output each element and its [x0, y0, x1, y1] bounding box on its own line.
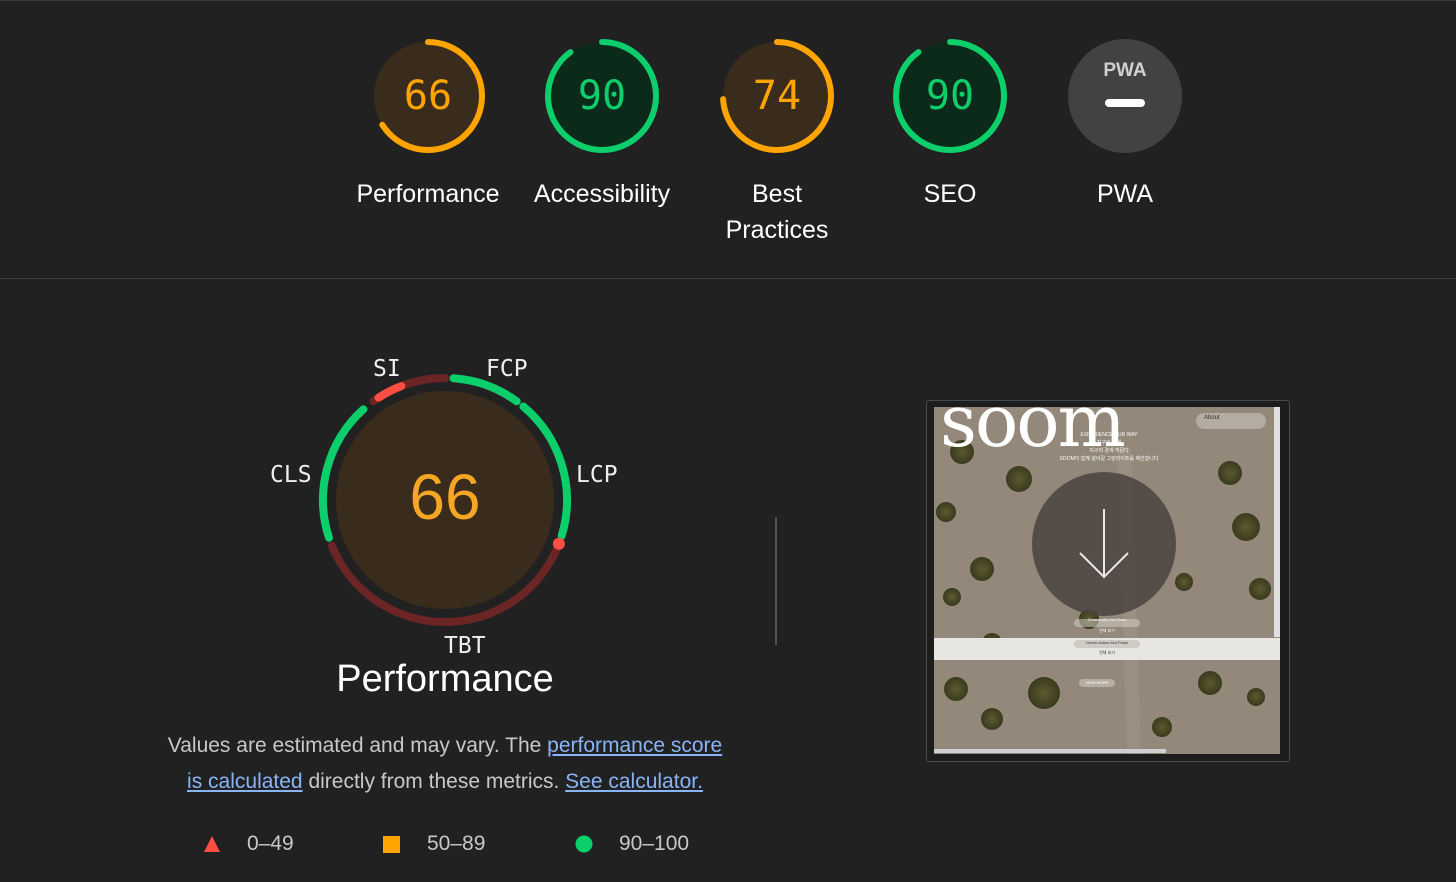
triangle-icon	[204, 836, 220, 852]
gauge-best-practices[interactable]: 74 Best Practices	[697, 38, 857, 248]
performance-title: Performance	[336, 658, 554, 700]
section-divider	[0, 278, 1456, 279]
screenshot-nav-about: About	[1204, 415, 1220, 421]
description-text-2: directly from these metrics.	[302, 770, 566, 793]
accessibility-score: 90	[577, 73, 627, 119]
metric-label-lcp: LCP	[576, 462, 618, 488]
pwa-badge-bg	[1068, 39, 1182, 153]
performance-score: 66	[403, 73, 453, 119]
performance-label: Performance	[356, 180, 500, 208]
description-text-1: Values are estimated and may vary. The	[167, 734, 548, 757]
legend-fail-range: 0–49	[247, 832, 294, 855]
accessibility-label: Accessibility	[533, 180, 671, 208]
pwa-label: PWA	[1096, 180, 1154, 208]
top-border	[0, 0, 1456, 1]
tbt-marker	[552, 537, 565, 550]
circle-icon	[575, 835, 593, 853]
metric-label-tbt: TBT	[444, 633, 486, 659]
performance-score-link[interactable]: performance score	[547, 734, 722, 757]
screenshot-btn-view-more: VIEW MORE	[1085, 680, 1109, 685]
not-applicable-dash-icon	[1105, 99, 1145, 107]
gauge-pwa[interactable]: PWA PWA	[1045, 38, 1205, 212]
gauge-accessibility[interactable]: 90 Accessibility	[522, 38, 682, 212]
legend-fail: 0–49	[203, 832, 294, 856]
legend-pass-range: 90–100	[619, 832, 690, 855]
best-practices-score: 74	[752, 73, 802, 119]
gauge-performance[interactable]: 66 Performance	[348, 38, 508, 212]
gauge-seo[interactable]: 90 SEO	[870, 38, 1030, 212]
screenshot-headline-2: 지구의 숨결	[1096, 440, 1122, 446]
best-practices-label: Best Practices	[725, 180, 829, 244]
performance-score: 66	[409, 461, 481, 533]
vertical-separator	[775, 517, 777, 645]
screenshot-headline-4: SOOM이 함께 살아갈 그린라이프를 제안합니다	[1059, 456, 1159, 462]
screenshot-headline-1: EXPERIENCE OUR WAY	[1080, 432, 1138, 438]
is-calculated-link[interactable]: is calculated	[187, 770, 303, 793]
see-calculator-link[interactable]: See calculator.	[565, 770, 703, 793]
pwa-gauge-ring: PWA	[1068, 39, 1182, 153]
legend-average: 50–89	[383, 832, 485, 856]
screenshot-btn-2: 전체 보기	[1099, 628, 1115, 633]
metric-label-si: SI	[373, 356, 401, 382]
screenshot-btn-3: Green-Action Hot Posts	[1085, 640, 1129, 645]
screenshot-headline: EXPERIENCE OUR WAY 지구의 숨결 지구의 경계 허문다 SOO…	[1044, 431, 1174, 463]
performance-description: Values are estimated and may vary. The p…	[140, 728, 750, 800]
seo-label: SEO	[923, 180, 977, 208]
metric-label-cls: CLS	[270, 462, 312, 488]
screenshot-btn-1: Community Hot Posts	[1087, 617, 1127, 622]
legend-average-range: 50–89	[427, 832, 486, 855]
pwa-logo-icon: PWA	[1103, 60, 1147, 81]
legend-pass: 90–100	[575, 832, 689, 856]
square-icon	[383, 836, 400, 853]
final-screenshot: soom About EXPERIENCE OUR WAY 지구의 숨결 지구의…	[934, 407, 1280, 754]
seo-score: 90	[925, 73, 975, 119]
si-arc	[374, 382, 406, 402]
screenshot-btn-4: 전체 보기	[1099, 650, 1115, 655]
screenshot-headline-3: 지구의 경계 허문다	[1089, 448, 1129, 454]
metric-label-fcp: FCP	[486, 356, 528, 382]
